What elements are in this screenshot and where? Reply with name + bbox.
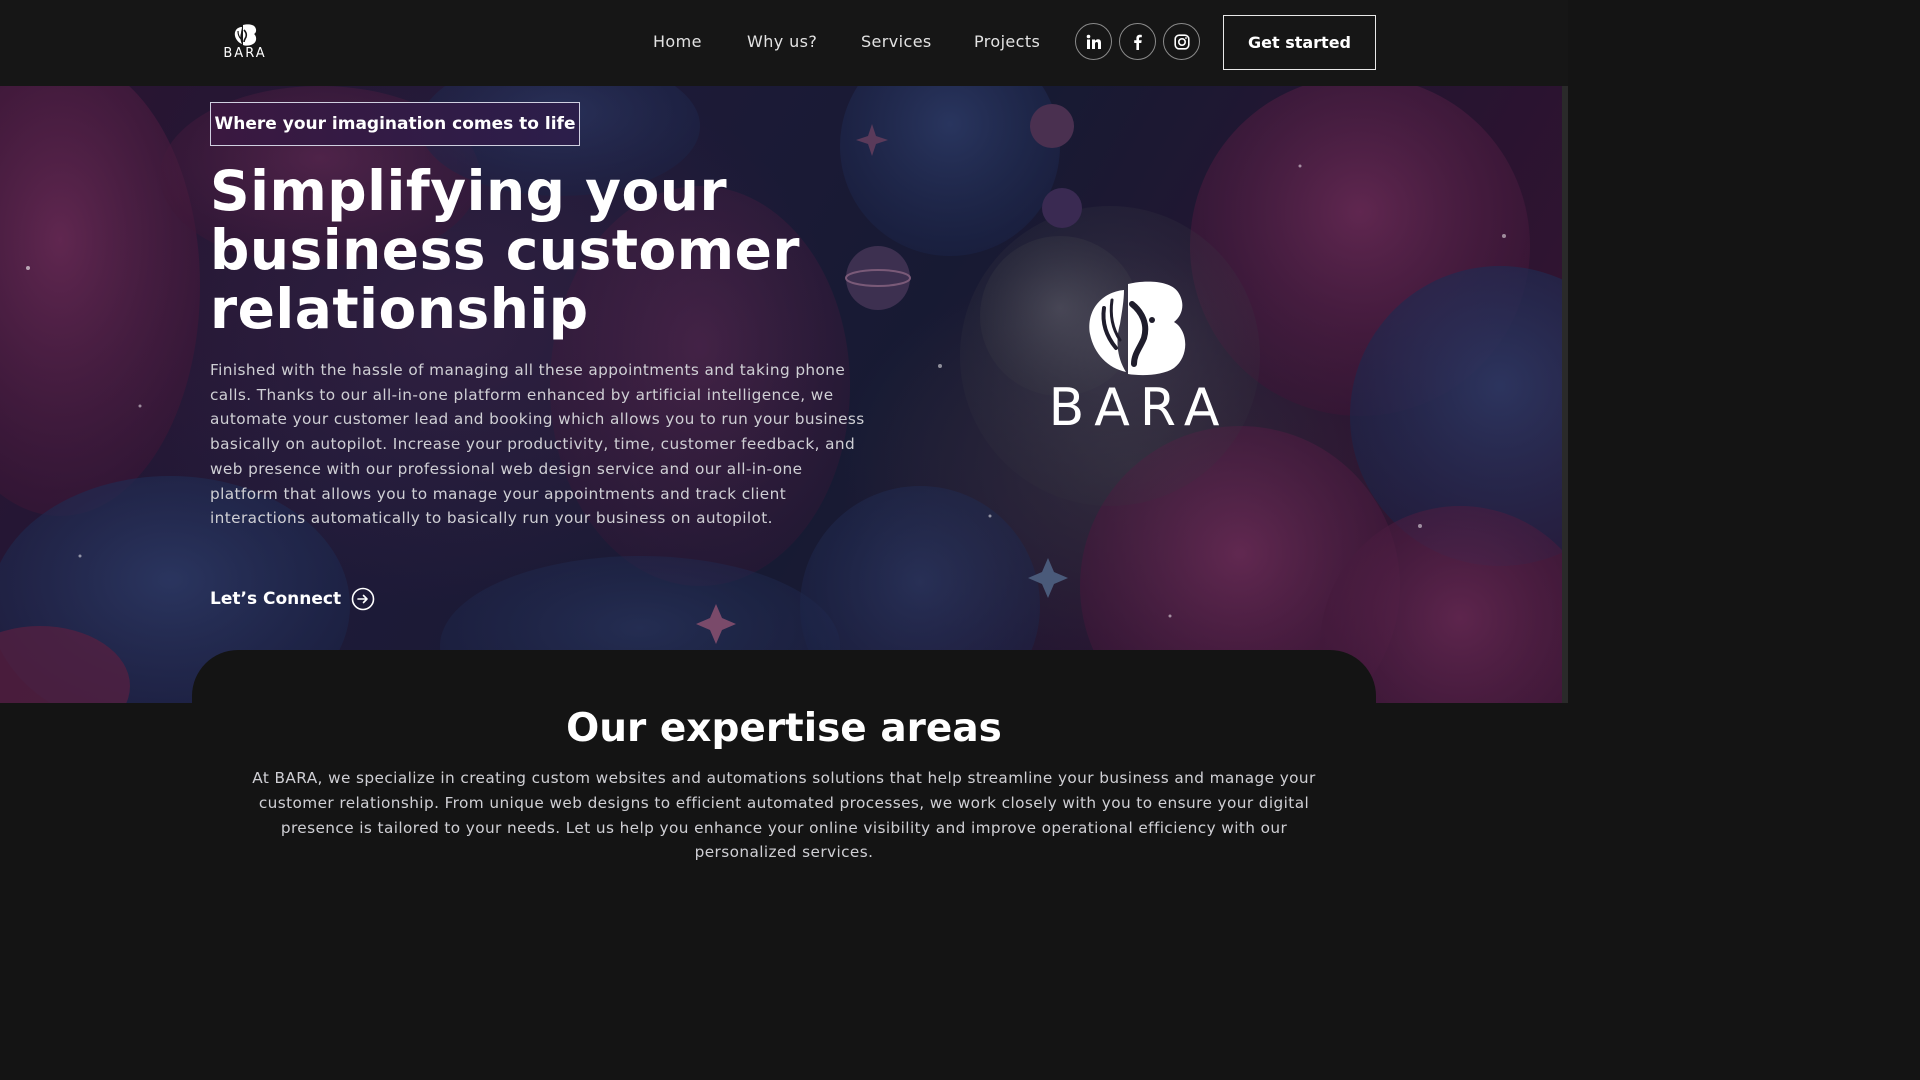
hero-title: Simplifying your business customer relat… (210, 159, 801, 341)
hero-brand-wordmark: BARA (1048, 378, 1230, 438)
lets-connect-label: Let’s Connect (210, 589, 342, 609)
hero-tagline-badge: Where your imagination comes to life (210, 102, 580, 146)
get-started-button[interactable]: Get started (1223, 15, 1376, 70)
lion-logo-icon (234, 24, 257, 46)
hero-brand-logo: BARA (1034, 280, 1234, 436)
nav-services[interactable]: Services (861, 32, 932, 52)
expertise-description: At BARA, we specialize in creating custo… (252, 769, 1316, 862)
expertise-title: Our expertise areas (566, 706, 1002, 751)
scrollbar[interactable] (1562, 86, 1568, 703)
linkedin-icon (1086, 34, 1101, 49)
nav-projects[interactable]: Projects (974, 32, 1040, 52)
instagram-icon (1173, 33, 1190, 50)
brand-wordmark: BARA (223, 46, 267, 61)
lion-logo-icon (1089, 281, 1186, 376)
site-header: BARA Home Why us? Services Projects Get … (0, 0, 1568, 86)
facebook-button[interactable] (1119, 23, 1156, 60)
instagram-button[interactable] (1163, 23, 1200, 60)
nav-why-us[interactable]: Why us? (747, 32, 817, 52)
facebook-icon (1133, 34, 1142, 50)
brand-logo[interactable]: BARA (222, 24, 268, 64)
linkedin-button[interactable] (1075, 23, 1112, 60)
nav-home[interactable]: Home (653, 32, 702, 52)
lets-connect-link[interactable]: Let’s Connect (210, 586, 375, 612)
hero-description: Finished with the hassle of managing all… (210, 361, 865, 528)
arrow-right-circle-icon (351, 587, 375, 611)
